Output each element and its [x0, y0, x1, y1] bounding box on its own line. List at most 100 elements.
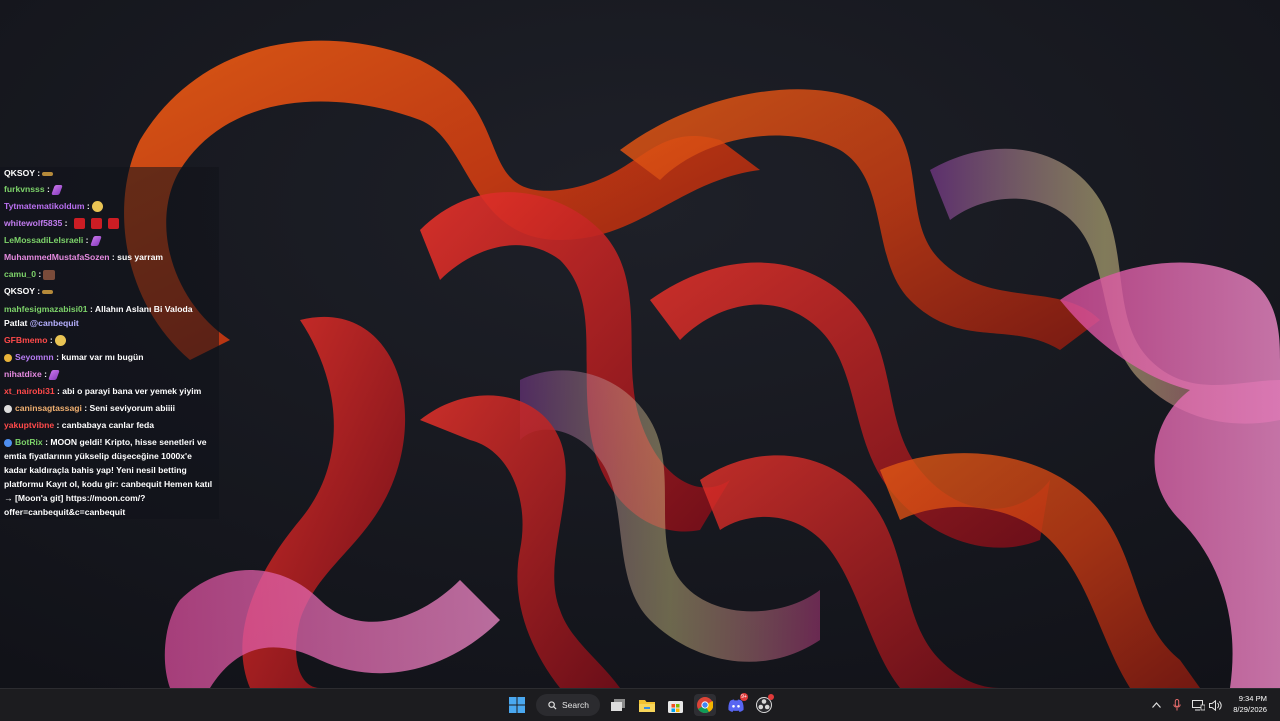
- chrome-button[interactable]: [694, 694, 716, 716]
- chat-text: Seni seviyorum abiiii: [87, 403, 176, 413]
- chat-message: emtia fiyatlarının yükselip düşeceğine 1…: [4, 450, 217, 462]
- chat-message: kadar kaldıraçla bahis yap! Yeni nesil b…: [4, 464, 217, 476]
- chat-username[interactable]: GFBmemo: [4, 335, 47, 345]
- clock-date: 8/29/2026: [1233, 705, 1267, 714]
- start-button[interactable]: [506, 694, 528, 716]
- chat-message: GFBmemo :: [4, 334, 217, 347]
- chat-message: Patlat @canbequit: [4, 317, 217, 329]
- chat-separator: :: [41, 369, 47, 379]
- chat-username[interactable]: LeMossadiLeIsraeli: [4, 235, 83, 245]
- chat-separator: :: [44, 184, 50, 194]
- chat-mention[interactable]: @canbequit: [30, 318, 79, 328]
- chat-emote-icon: [51, 184, 63, 195]
- chat-separator: :: [62, 218, 68, 228]
- chat-message: Tytmatematikoldum :: [4, 200, 217, 213]
- chat-message: Seyomnn : kumar var mı bugün: [4, 351, 217, 363]
- chat-username[interactable]: furkvnsss: [4, 184, 45, 194]
- discord-button[interactable]: 9+: [725, 693, 748, 716]
- chat-emote-icon: [91, 201, 103, 213]
- file-explorer-icon: [639, 699, 655, 712]
- chat-message: MuhammedMustafaSozen : sus yarram: [4, 251, 217, 263]
- chat-separator: :: [83, 235, 89, 245]
- chat-text: Allahın Aslanı Bi Valoda: [92, 304, 193, 314]
- chat-separator: :: [34, 286, 41, 296]
- chat-message: BotRix : MOON geldi! Kripto, hisse senet…: [4, 436, 217, 448]
- chevron-up-icon: [1151, 702, 1161, 708]
- chat-message: offer=canbequit&c=canbequit: [4, 506, 217, 518]
- chat-username[interactable]: caninsagtassagi: [15, 403, 82, 413]
- chat-text: abi o parayi bana ver yemek yiyim: [59, 386, 202, 396]
- search-icon: [548, 700, 557, 710]
- chat-text: offer=canbequit&c=canbequit: [4, 507, 126, 517]
- chat-emote-icon: [48, 369, 60, 380]
- chat-message: platformu Kayıt ol, kodu gir: canbequit …: [4, 478, 217, 490]
- chat-separator: :: [84, 201, 90, 211]
- chat-user-badge-icon: [4, 438, 12, 447]
- chat-message: yakuptvibne : canbabaya canlar feda: [4, 419, 217, 431]
- chat-emote-icon: [43, 269, 56, 280]
- windows-start-icon: [509, 697, 525, 713]
- chat-username[interactable]: Seyomnn: [15, 352, 54, 362]
- chat-message: → [Moon'a git] https://moon.com/?: [4, 492, 217, 504]
- chrome-icon: [697, 697, 713, 713]
- chat-username[interactable]: xt_nairobi31: [4, 386, 55, 396]
- chat-emote-icon: [42, 289, 54, 294]
- chat-message: caninsagtassagi : Seni seviyorum abiiii: [4, 402, 217, 414]
- chat-username[interactable]: nihatdixe: [4, 369, 42, 379]
- chat-text: → [Moon'a git] https://moon.com/?: [4, 493, 146, 503]
- chat-message: LeMossadiLeIsraeli :: [4, 234, 217, 246]
- chat-emote-icon: [89, 235, 102, 246]
- chat-text: Patlat: [4, 318, 30, 328]
- chat-emote-icon: [42, 171, 54, 176]
- chat-message: mahfesigmazabisi01 : Allahın Aslanı Bi V…: [4, 303, 217, 315]
- microphone-icon: [1173, 699, 1181, 711]
- chat-username[interactable]: mahfesigmazabisi01: [4, 304, 88, 314]
- chat-text: kadar kaldıraçla bahis yap! Yeni nesil b…: [4, 465, 187, 475]
- microsoft-store-icon: [667, 700, 683, 713]
- network-tray-button[interactable]: [1190, 695, 1206, 715]
- chat-username[interactable]: whitewolf5835: [4, 218, 62, 228]
- clock-time: 9:34 PM: [1238, 694, 1267, 703]
- taskbar-search-button[interactable]: Search: [536, 694, 600, 716]
- search-label: Search: [562, 700, 589, 710]
- chat-text: emtia fiyatlarının yükselip düşeceğine 1…: [4, 451, 192, 461]
- chat-emote-icon: [107, 218, 119, 230]
- chat-emote-icon: [54, 335, 66, 347]
- chat-text: sus yarram: [114, 252, 164, 262]
- chat-message: furkvnsss :: [4, 183, 217, 195]
- chat-username[interactable]: yakuptvibne: [4, 420, 54, 430]
- task-view-icon: [611, 699, 625, 711]
- chat-message: xt_nairobi31 : abi o parayi bana ver yem…: [4, 385, 217, 397]
- chat-overlay: QKSOY : furkvnsss : Tytmatematikoldum : whi…: [0, 167, 219, 519]
- chat-username[interactable]: camu_0: [4, 269, 36, 279]
- chat-username[interactable]: MuhammedMustafaSozen: [4, 252, 110, 262]
- task-view-button[interactable]: [607, 694, 629, 716]
- taskbar: Search 9+ 9:34 PM 8/29/2026: [0, 688, 1280, 721]
- display-icon: [1191, 699, 1205, 710]
- chat-message: whitewolf5835 :: [4, 217, 217, 230]
- chat-username[interactable]: Tytmatematikoldum: [4, 201, 85, 211]
- microphone-tray-button[interactable]: [1169, 695, 1185, 715]
- chat-user-badge-icon: [4, 353, 12, 362]
- show-hidden-icons-button[interactable]: [1148, 695, 1164, 715]
- chat-emote-icon: [73, 218, 85, 230]
- microsoft-store-button[interactable]: [664, 694, 686, 716]
- chat-text: canbabaya canlar feda: [59, 420, 154, 430]
- chat-message: nihatdixe :: [4, 368, 217, 380]
- chat-text: kumar var mı bugün: [58, 352, 144, 362]
- chat-separator: :: [34, 168, 41, 178]
- chat-username[interactable]: QKSOY: [4, 286, 35, 296]
- file-explorer-button[interactable]: [636, 694, 658, 716]
- chat-user-badge-icon: [4, 404, 12, 413]
- chat-text: MOON geldi! Kripto, hisse senetleri ve: [47, 437, 207, 447]
- chat-separator: :: [36, 269, 42, 279]
- chat-emote-icon: [90, 218, 102, 230]
- chat-separator: :: [47, 335, 53, 345]
- chat-message: camu_0 :: [4, 268, 217, 280]
- obs-button[interactable]: [753, 694, 775, 716]
- obs-notification-dot: [768, 694, 774, 700]
- chat-username[interactable]: BotRix: [15, 437, 43, 447]
- taskbar-clock[interactable]: 9:34 PM 8/29/2026: [1217, 693, 1267, 715]
- chat-text: platformu Kayıt ol, kodu gir: canbequit …: [4, 479, 213, 489]
- chat-username[interactable]: QKSOY: [4, 168, 35, 178]
